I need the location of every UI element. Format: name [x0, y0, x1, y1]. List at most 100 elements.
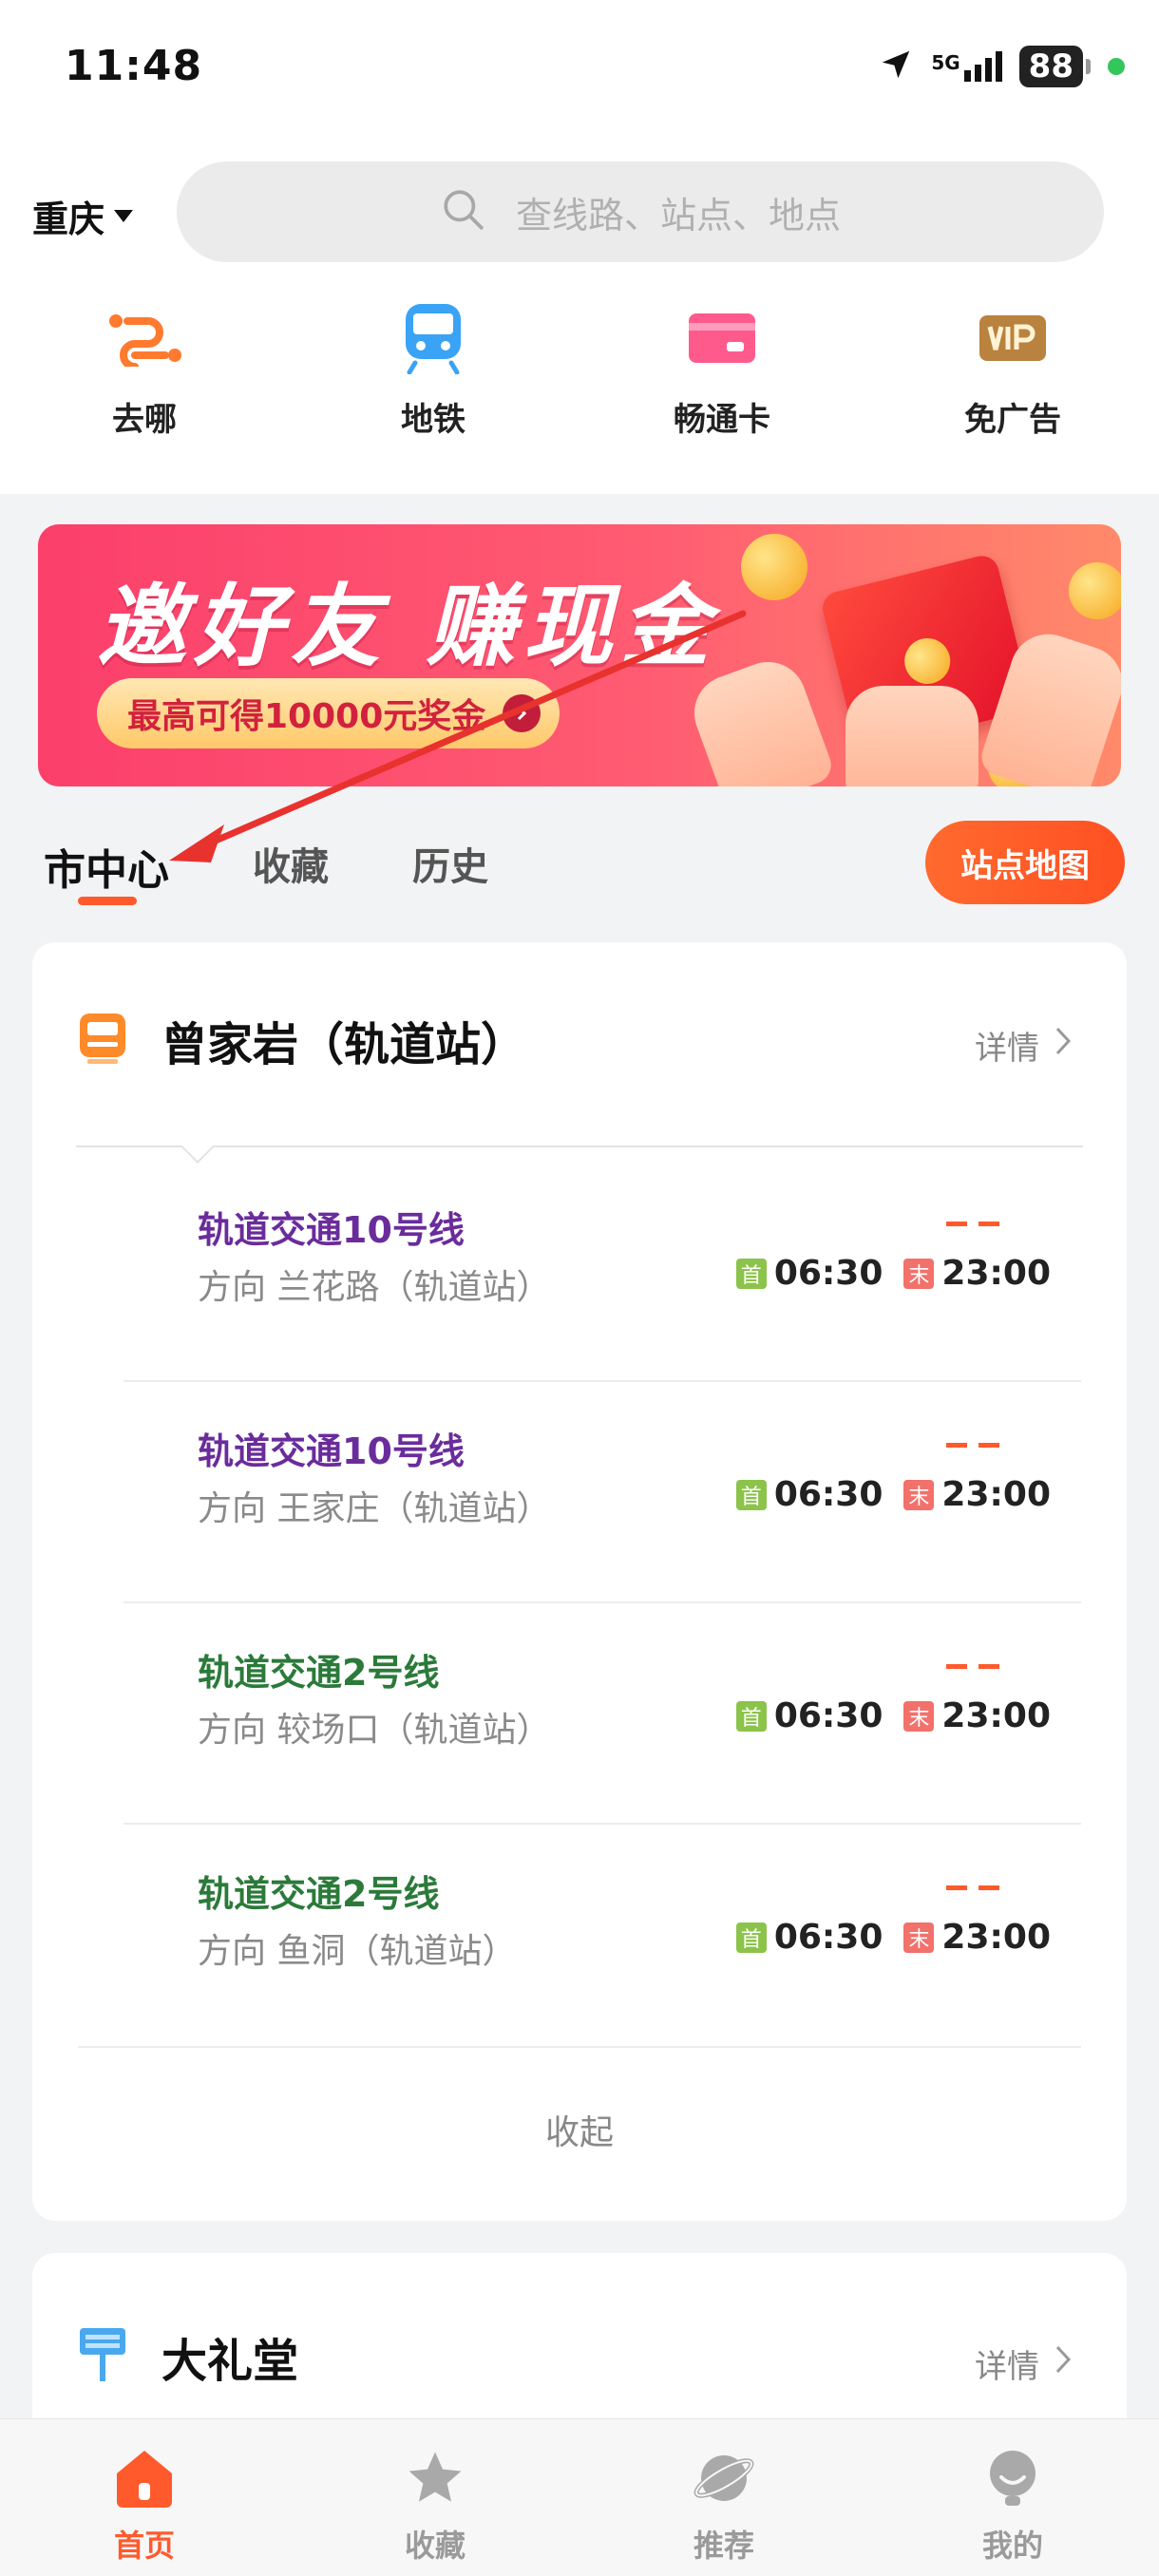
bus-sign-icon: [78, 2326, 127, 2387]
station-detail-link[interactable]: 详情: [975, 2340, 1072, 2387]
line-name: 轨道交通2号线: [198, 1652, 440, 1694]
nav-label: 首页: [113, 2528, 175, 2564]
tab-history[interactable]: 历史: [412, 836, 488, 891]
card-divider: [76, 1146, 1083, 1147]
last-train-time: 23:00: [941, 1254, 1051, 1293]
coin-decoration: [741, 534, 808, 600]
last-train-time: 23:00: [941, 1475, 1051, 1514]
arrival-placeholder: [946, 1664, 999, 1669]
line-name: 轨道交通10号线: [198, 1430, 465, 1472]
search-icon: [440, 186, 487, 237]
bus-stop-icon: [78, 1012, 127, 1069]
city-label: 重庆: [32, 199, 105, 240]
arrival-placeholder: [946, 1222, 999, 1226]
quick-nav-label: 去哪: [112, 401, 177, 439]
nav-favorites[interactable]: 收藏: [340, 2444, 530, 2566]
line-direction: 方向 兰花路（轨道站）: [198, 1268, 551, 1307]
station-card: 大礼堂 详情: [32, 2253, 1127, 2443]
chevron-right-icon: [503, 694, 542, 732]
line-direction: 方向 较场口（轨道站）: [198, 1711, 551, 1750]
last-train-time: 23:00: [941, 1918, 1051, 1957]
privacy-indicator-dot: [1108, 58, 1125, 75]
last-train-time: 23:00: [941, 1696, 1051, 1735]
planet-icon: [690, 2444, 758, 2512]
station-card: 曾家岩（轨道站） 详情 轨道交通10号线 方向 兰花路（轨道站） 首 06:30…: [32, 942, 1127, 2221]
tab-favorites[interactable]: 收藏: [253, 836, 329, 891]
search-bar[interactable]: 查线路、站点、地点: [177, 161, 1104, 262]
card-icon: [684, 302, 760, 374]
home-icon: [110, 2444, 179, 2512]
service-times: 首 06:30 末 23:00: [735, 1475, 1051, 1514]
tab-label: 市中心: [44, 846, 169, 895]
line-row[interactable]: 轨道交通2号线 方向 较场口（轨道站） 首 06:30 末 23:00: [124, 1603, 1081, 1825]
nav-label: 收藏: [404, 2528, 466, 2564]
battery-level: 88: [1018, 46, 1083, 87]
route-icon: [106, 302, 182, 374]
nav-label: 我的: [981, 2528, 1043, 2564]
search-placeholder: 查线路、站点、地点: [515, 194, 841, 237]
nav-recommend[interactable]: 推荐: [629, 2444, 819, 2566]
arrival-placeholder: [946, 1443, 999, 1448]
station-tabs: 市中心 收藏 历史: [44, 836, 572, 905]
quick-nav-no-ads[interactable]: 免广告: [918, 302, 1108, 440]
banner-reward-pill[interactable]: 最高可得10000元奖金: [97, 678, 560, 748]
line-row[interactable]: 轨道交通10号线 方向 兰花路（轨道站） 首 06:30 末 23:00: [124, 1161, 1081, 1382]
line-direction: 方向 鱼洞（轨道站）: [198, 1932, 517, 1971]
last-train-tag: 末: [903, 1258, 935, 1289]
quick-nav-label: 免广告: [964, 401, 1061, 439]
pointer-notch: [181, 1131, 214, 1164]
quick-nav-metro[interactable]: 地铁: [338, 302, 528, 440]
quick-nav-label: 畅通卡: [674, 401, 770, 439]
quick-nav-go[interactable]: 去哪: [49, 302, 239, 440]
service-times: 首 06:30 末 23:00: [735, 1696, 1051, 1735]
location-arrow-icon: [878, 47, 914, 86]
service-times: 首 06:30 末 23:00: [735, 1918, 1051, 1957]
line-name: 轨道交通10号线: [198, 1209, 465, 1251]
chevron-right-icon: [1054, 1026, 1072, 1065]
tab-city-center[interactable]: 市中心: [44, 836, 169, 905]
quick-nav-card[interactable]: 畅通卡: [627, 302, 817, 440]
battery-icon: 88: [1018, 46, 1091, 87]
first-train-time: 06:30: [773, 1918, 884, 1957]
vip-icon: [975, 302, 1051, 374]
station-name: 曾家岩（轨道站）: [162, 1018, 527, 1071]
station-header[interactable]: 大礼堂: [78, 2323, 298, 2390]
first-train-tag: 首: [735, 1700, 767, 1732]
station-map-button[interactable]: 站点地图: [925, 821, 1125, 904]
nav-home[interactable]: 首页: [49, 2444, 239, 2566]
first-train-tag: 首: [735, 1258, 767, 1289]
quick-nav-label: 地铁: [401, 401, 466, 439]
line-row[interactable]: 轨道交通2号线 方向 鱼洞（轨道站） 首 06:30 末 23:00: [124, 1825, 1081, 2046]
active-tab-indicator: [78, 897, 137, 905]
station-detail-link[interactable]: 详情: [975, 1022, 1072, 1069]
nav-label: 推荐: [693, 2528, 754, 2564]
coin-decoration: [1069, 562, 1121, 619]
line-row[interactable]: 轨道交通10号线 方向 王家庄（轨道站） 首 06:30 末 23:00: [124, 1382, 1081, 1603]
promo-banner[interactable]: 邀好友 赚现金 最高可得10000元奖金: [38, 524, 1121, 786]
first-train-tag: 首: [735, 1479, 767, 1510]
line-name: 轨道交通2号线: [198, 1873, 440, 1915]
station-name: 大礼堂: [162, 2335, 299, 2388]
tab-label: 收藏: [253, 845, 329, 889]
bottom-tab-bar: 首页 收藏 推荐 我的: [0, 2418, 1159, 2576]
nav-profile[interactable]: 我的: [918, 2444, 1108, 2566]
tab-label: 历史: [412, 845, 488, 889]
status-icons: 5G 88: [878, 42, 1125, 91]
arrival-placeholder: [946, 1885, 999, 1890]
detail-label: 详情: [975, 2348, 1039, 2386]
city-selector[interactable]: 重庆: [32, 190, 134, 242]
network-type-label: 5G: [931, 51, 960, 74]
first-train-tag: 首: [735, 1922, 767, 1953]
last-train-tag: 末: [903, 1479, 935, 1510]
chevron-right-icon: [1054, 2344, 1072, 2383]
station-header[interactable]: 曾家岩（轨道站）: [78, 1007, 526, 1073]
banner-subtitle: 最高可得10000元奖金: [127, 697, 486, 736]
collapse-button[interactable]: 收起: [32, 2105, 1127, 2154]
last-train-tag: 末: [903, 1700, 935, 1732]
banner-title: 邀好友 赚现金: [97, 576, 717, 679]
line-direction: 方向 王家庄（轨道站）: [198, 1489, 551, 1528]
first-train-time: 06:30: [773, 1475, 884, 1514]
first-train-time: 06:30: [773, 1254, 884, 1293]
row-divider: [78, 2046, 1081, 2048]
star-icon: [401, 2444, 469, 2512]
